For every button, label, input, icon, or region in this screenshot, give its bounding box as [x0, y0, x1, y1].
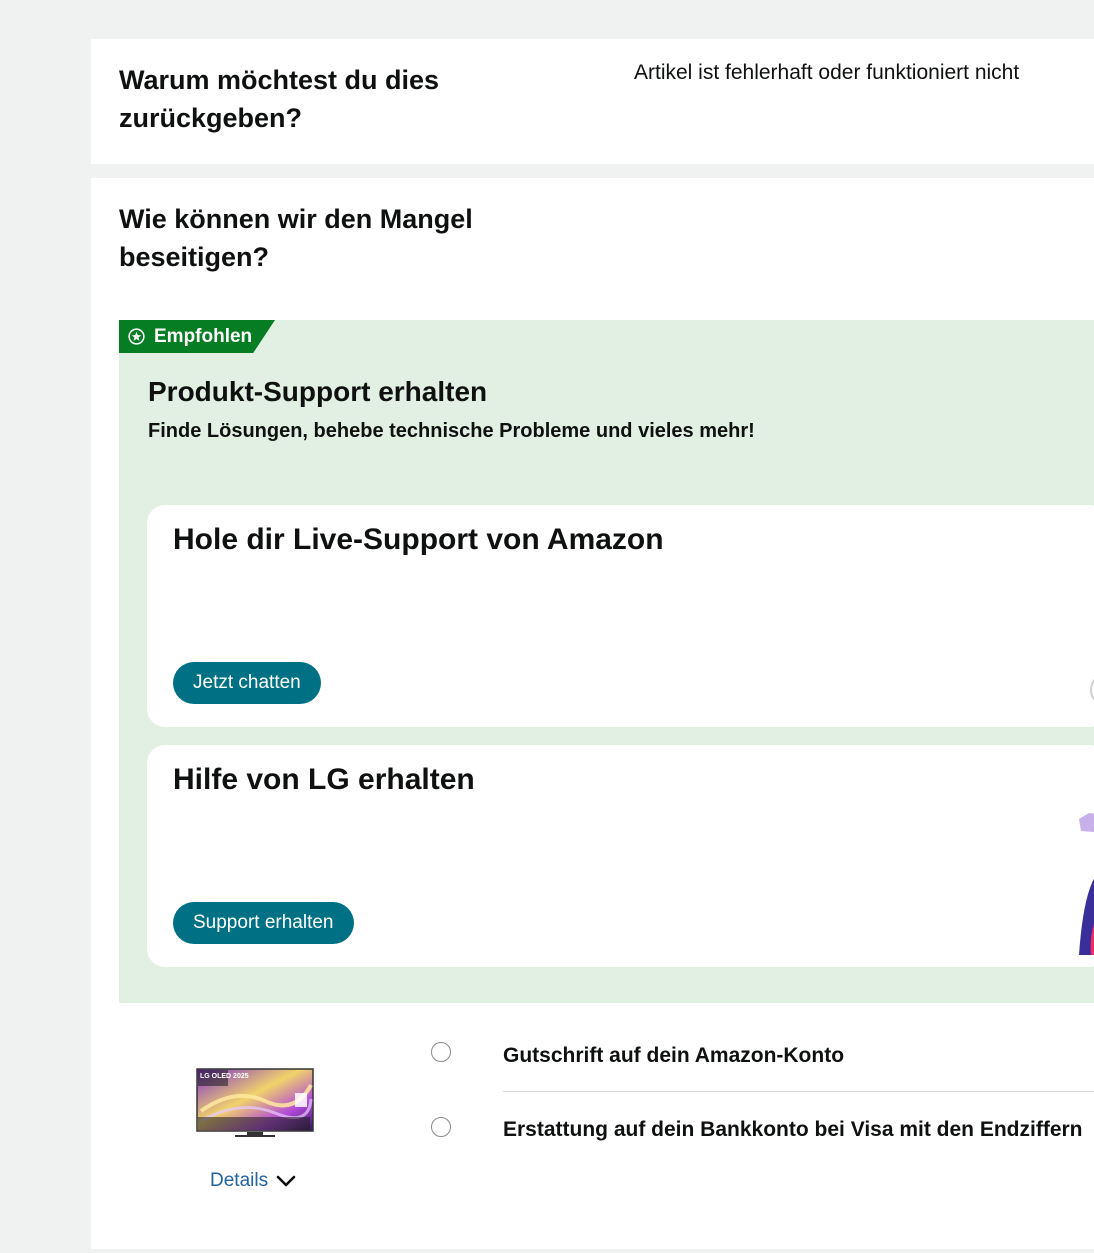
product-image-lg-oled-tv: LG OLED 2025 [196, 1068, 314, 1137]
get-support-button[interactable]: Support erhalten [173, 902, 354, 944]
chevron-down-icon [276, 1175, 296, 1187]
support-illustration-icon [1090, 679, 1094, 701]
recommended-support-section: Empfohlen Produkt-Support erhalten Finde… [119, 320, 1094, 1003]
svg-text:LG OLED 2025: LG OLED 2025 [200, 1073, 249, 1080]
bank-refund-radio[interactable] [431, 1117, 451, 1137]
fix-defect-panel: Wie können wir den Mangel beseitigen? Em… [91, 178, 1094, 1249]
option-divider [503, 1091, 1094, 1092]
lg-support-title: Hilfe von LG erhalten [173, 763, 475, 796]
return-reason-panel: Warum möchtest du dies zurückgeben? Arti… [91, 39, 1094, 164]
fix-defect-question: Wie können wir den Mangel beseitigen? [119, 204, 473, 272]
recommended-label: Empfohlen [154, 325, 253, 347]
store-credit-option[interactable]: Gutschrift auf dein Amazon-Konto [503, 1044, 844, 1068]
amazon-live-support-title: Hole dir Live-Support von Amazon [173, 523, 664, 556]
bank-refund-option[interactable]: Erstattung auf dein Bankkonto bei Visa m… [503, 1118, 1083, 1142]
lg-support-card: Hilfe von LG erhalten Support erhalten [147, 745, 1094, 967]
selected-return-reason: Artikel ist fehlerhaft oder funktioniert… [634, 61, 1020, 84]
amazon-live-support-card: Hole dir Live-Support von Amazon Jetzt c… [147, 505, 1094, 727]
store-credit-radio[interactable] [431, 1042, 451, 1062]
lg-illustration-icon [1079, 813, 1094, 955]
support-title: Produkt-Support erhalten [148, 376, 488, 407]
return-reason-question: Warum möchtest du dies zurückgeben? [119, 65, 440, 133]
recommended-badge: Empfohlen [119, 320, 275, 353]
star-circle-icon [128, 328, 145, 345]
support-subtitle: Finde Lösungen, behebe technische Proble… [148, 420, 755, 442]
chat-now-button[interactable]: Jetzt chatten [173, 662, 321, 704]
details-link[interactable]: Details [210, 1170, 296, 1192]
details-label: Details [210, 1170, 269, 1191]
